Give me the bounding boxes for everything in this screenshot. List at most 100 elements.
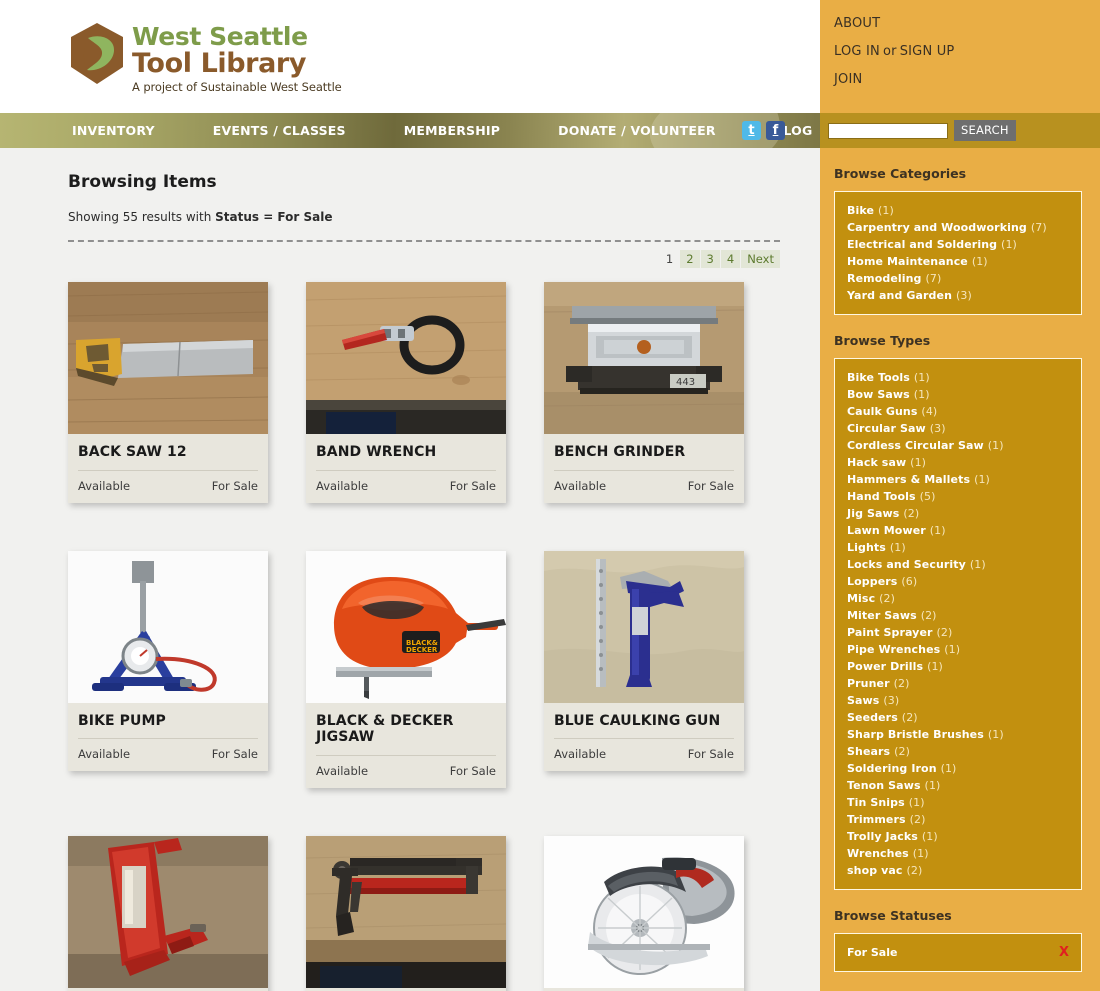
item-thumbnail[interactable] xyxy=(68,835,268,988)
type-item-tenon-saws[interactable]: Tenon Saws (1) xyxy=(835,777,1081,794)
item-meta: Available For Sale xyxy=(544,471,744,503)
nav-item-inventory[interactable]: INVENTORY xyxy=(72,123,155,138)
item-thumbnail[interactable] xyxy=(68,282,268,434)
pagination-page-3[interactable]: 3 xyxy=(700,250,720,268)
site-logo[interactable]: West Seattle Tool Library A project of S… xyxy=(68,16,342,94)
item-thumbnail[interactable]: 443 xyxy=(544,282,744,434)
type-item-jig-saws[interactable]: Jig Saws (2) xyxy=(835,505,1081,522)
item-meta: Available For Sale xyxy=(306,756,506,788)
type-item-wrenches[interactable]: Wrenches (1) xyxy=(835,845,1081,862)
type-count: (1) xyxy=(929,524,946,537)
item-card[interactable]: BACK SAW 12 Available For Sale xyxy=(68,282,268,503)
nav-item-events[interactable]: EVENTS / CLASSES xyxy=(213,123,346,138)
type-item-paint-sprayer[interactable]: Paint Sprayer (2) xyxy=(835,624,1081,641)
results-summary: Showing 55 results with Status = For Sal… xyxy=(68,210,780,224)
type-item-trimmers[interactable]: Trimmers (2) xyxy=(835,811,1081,828)
type-count: (1) xyxy=(944,643,961,656)
type-item-sharp-bristle-brushes[interactable]: Sharp Bristle Brushes (1) xyxy=(835,726,1081,743)
type-item-hack-saw[interactable]: Hack saw (1) xyxy=(835,454,1081,471)
section-divider xyxy=(68,240,780,242)
item-meta: Available For Sale xyxy=(306,471,506,503)
type-item-shears[interactable]: Shears (2) xyxy=(835,743,1081,760)
type-count: (1) xyxy=(908,796,925,809)
item-availability: Available xyxy=(316,478,369,493)
type-item-saws[interactable]: Saws (3) xyxy=(835,692,1081,709)
type-item-pipe-wrenches[interactable]: Pipe Wrenches (1) xyxy=(835,641,1081,658)
item-status: For Sale xyxy=(449,478,496,493)
item-thumbnail[interactable] xyxy=(544,835,744,988)
type-label: Saws xyxy=(847,694,880,707)
item-card[interactable]: BAND WRENCH Available For Sale xyxy=(306,282,506,503)
type-label: Seeders xyxy=(847,711,898,724)
type-item-lawn-mower[interactable]: Lawn Mower (1) xyxy=(835,522,1081,539)
remove-status-filter-icon[interactable]: X xyxy=(1059,945,1069,960)
type-count: (2) xyxy=(906,864,923,877)
category-label: Carpentry and Woodworking xyxy=(847,221,1027,234)
type-item-locks-and-security[interactable]: Locks and Security (1) xyxy=(835,556,1081,573)
item-card[interactable]: BLUE CAULKING GUN Available For Sale xyxy=(544,550,744,772)
item-card-body: CIRCULAR SAW xyxy=(544,988,744,991)
item-card[interactable]: BLACK& DECKER BLACK & DECKER JIGSAW Avai… xyxy=(306,550,506,788)
item-status: For Sale xyxy=(687,478,734,493)
about-link[interactable]: ABOUT xyxy=(834,16,880,31)
join-row: JOIN xyxy=(834,70,1100,88)
category-item-carpentry-and-woodworking[interactable]: Carpentry and Woodworking (7) xyxy=(835,219,1081,236)
type-item-lights[interactable]: Lights (1) xyxy=(835,539,1081,556)
nav-item-donate[interactable]: DONATE / VOLUNTEER xyxy=(558,123,716,138)
facebook-icon[interactable]: f xyxy=(766,121,785,140)
type-item-misc[interactable]: Misc (2) xyxy=(835,590,1081,607)
log-in-link[interactable]: LOG IN xyxy=(834,44,880,59)
category-item-home-maintenance[interactable]: Home Maintenance (1) xyxy=(835,253,1081,270)
join-link[interactable]: JOIN xyxy=(834,72,862,87)
type-item-trolly-jacks[interactable]: Trolly Jacks (1) xyxy=(835,828,1081,845)
bike-pump-image xyxy=(68,550,268,703)
item-thumbnail[interactable] xyxy=(306,282,506,434)
category-item-electrical-and-soldering[interactable]: Electrical and Soldering (1) xyxy=(835,236,1081,253)
type-item-bike-tools[interactable]: Bike Tools (1) xyxy=(835,369,1081,386)
category-item-remodeling[interactable]: Remodeling (7) xyxy=(835,270,1081,287)
type-item-cordless-circular-saw[interactable]: Cordless Circular Saw (1) xyxy=(835,437,1081,454)
twitter-icon[interactable]: t xyxy=(742,121,761,140)
category-item-bike[interactable]: Bike (1) xyxy=(835,202,1081,219)
browse-sidebar: Browse Categories Bike (1) Carpentry and… xyxy=(820,148,1100,991)
sign-up-link[interactable]: SIGN UP xyxy=(900,44,955,59)
type-label: Paint Sprayer xyxy=(847,626,933,639)
type-item-soldering-iron[interactable]: Soldering Iron (1) xyxy=(835,760,1081,777)
item-thumbnail[interactable] xyxy=(544,550,744,703)
search-input[interactable] xyxy=(828,122,948,139)
item-card[interactable]: CAULK GUN - DUEL Available For Sale xyxy=(306,835,506,991)
type-item-bow-saws[interactable]: Bow Saws (1) xyxy=(835,386,1081,403)
type-item-miter-saws[interactable]: Miter Saws (2) xyxy=(835,607,1081,624)
search-button[interactable]: SEARCH xyxy=(954,120,1016,141)
type-item-hand-tools[interactable]: Hand Tools (5) xyxy=(835,488,1081,505)
item-thumbnail[interactable]: BLACK& DECKER xyxy=(306,550,506,703)
category-item-yard-and-garden[interactable]: Yard and Garden (3) xyxy=(835,287,1081,304)
item-card[interactable]: CAULK GUN Available For Sale xyxy=(68,835,268,991)
type-item-hammers-and-mallets[interactable]: Hammers & Mallets (1) xyxy=(835,471,1081,488)
nav-item-membership[interactable]: MEMBERSHIP xyxy=(404,123,500,138)
category-label: Remodeling xyxy=(847,272,922,285)
type-count: (4) xyxy=(921,405,938,418)
pagination-next[interactable]: Next xyxy=(741,250,780,268)
pagination-page-2[interactable]: 2 xyxy=(680,250,700,268)
type-item-circular-saw[interactable]: Circular Saw (3) xyxy=(835,420,1081,437)
type-item-shop-vac[interactable]: shop vac (2) xyxy=(835,862,1081,879)
type-item-power-drills[interactable]: Power Drills (1) xyxy=(835,658,1081,675)
type-item-pruner[interactable]: Pruner (2) xyxy=(835,675,1081,692)
item-thumbnail[interactable] xyxy=(306,835,506,988)
results-summary-prefix: Showing 55 results with xyxy=(68,210,216,224)
item-card[interactable]: BIKE PUMP Available For Sale xyxy=(68,550,268,772)
pagination-page-4[interactable]: 4 xyxy=(720,250,741,268)
item-card-body: BIKE PUMP xyxy=(68,703,268,740)
item-card[interactable]: CIRCULAR SAW Available For Sale xyxy=(544,835,744,991)
type-item-loppers[interactable]: Loppers (6) xyxy=(835,573,1081,590)
type-label: Hand Tools xyxy=(847,490,916,503)
item-card[interactable]: 443 BENCH GRINDER Available For Sale xyxy=(544,282,744,503)
login-signup-row: LOG IN or SIGN UP xyxy=(834,42,1100,60)
type-item-tin-snips[interactable]: Tin Snips (1) xyxy=(835,794,1081,811)
type-label: Jig Saws xyxy=(847,507,900,520)
type-item-seeders[interactable]: Seeders (2) xyxy=(835,709,1081,726)
type-count: (1) xyxy=(913,371,930,384)
item-thumbnail[interactable] xyxy=(68,550,268,703)
type-item-caulk-guns[interactable]: Caulk Guns (4) xyxy=(835,403,1081,420)
